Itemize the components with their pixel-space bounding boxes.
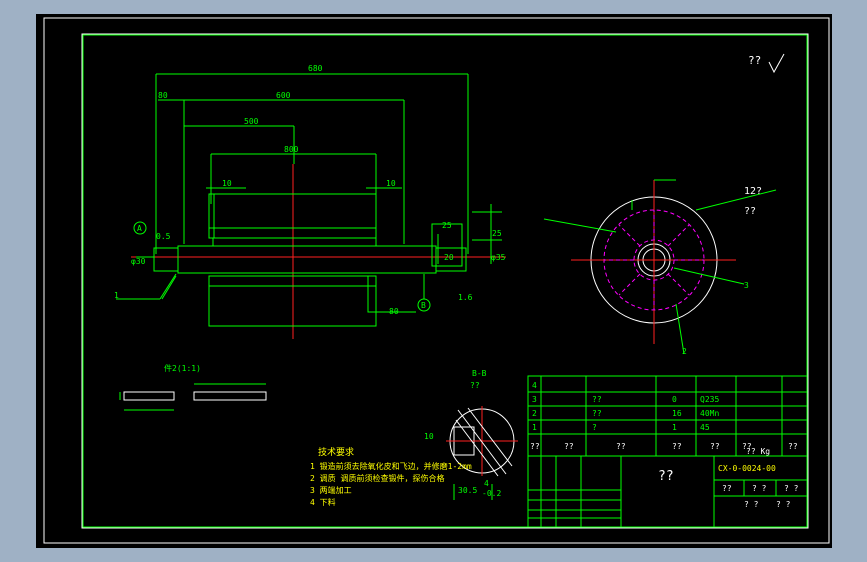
svg-text:25: 25	[442, 221, 452, 230]
row1-name: ?	[592, 423, 597, 432]
row1-mat: 45	[700, 423, 710, 432]
header-4: ??	[672, 442, 682, 451]
svg-text:φ35: φ35	[491, 253, 506, 262]
leader-label-1: 1	[114, 291, 119, 300]
corner-mark: ??	[748, 54, 761, 67]
row3-mat: Q235	[700, 395, 719, 404]
header-5: ??	[710, 442, 720, 451]
svg-text:600: 600	[276, 91, 291, 100]
leader-label-3: 3	[744, 281, 749, 290]
drawing-canvas: ?? 680 600 500 800 10 10 80 25 20 80 0.5…	[43, 17, 830, 544]
tb-right-2: ? ?	[752, 484, 767, 493]
end-view: 12? ?? 3 2	[543, 179, 777, 356]
drawing-name: ??	[658, 469, 674, 484]
section-note-sub: ??	[470, 381, 480, 390]
row3-name: ??	[592, 395, 602, 404]
section-dim-key: 4	[484, 479, 489, 488]
svg-text:80: 80	[158, 91, 168, 100]
tb-right-3: ? ?	[784, 484, 799, 493]
svg-text:10: 10	[386, 179, 396, 188]
section-note: B-B	[472, 369, 487, 378]
title-block: 4 3 ?? 0 Q235 2 ?? 16 40Mn 1 ? 1 45 ?? ?…	[527, 375, 808, 528]
shaft-view: 680 600 500 800 10 10 80 25 20 80 0.5 25…	[114, 64, 506, 339]
drawing-number: CX-0-0024-00	[718, 464, 776, 473]
leader-label-2: 2	[682, 347, 687, 356]
svg-text:680: 680	[308, 64, 323, 73]
svg-text:1.6: 1.6	[458, 293, 473, 302]
row3-qty: 0	[672, 395, 677, 404]
tb-bottom-2: ? ?	[776, 500, 791, 509]
svg-text:A: A	[137, 224, 142, 233]
row1-no: 1	[532, 423, 537, 432]
row4-no: 4	[532, 381, 537, 390]
section-dim-width: 10	[424, 432, 434, 441]
tech-title: 技术要求	[318, 446, 354, 458]
tech-line-1: 1 锻造前须去除氧化皮和飞边，并修磨1-2mm	[310, 461, 472, 471]
tb-bottom-1: ? ?	[744, 500, 759, 509]
tb-right-1: ??	[722, 484, 732, 493]
header-7: ?? Kg	[746, 447, 770, 456]
tech-line-3: 3 两端加工	[310, 485, 352, 495]
row1-qty: 1	[672, 423, 677, 432]
svg-text:0.5: 0.5	[156, 232, 171, 241]
detail-part: 件2(1:1)	[119, 363, 267, 411]
svg-text:25: 25	[492, 229, 502, 238]
cad-viewport[interactable]: ?? 680 600 500 800 10 10 80 25 20 80 0.5…	[36, 14, 832, 548]
row2-qty: 16	[672, 409, 682, 418]
svg-text:B: B	[421, 301, 426, 310]
leader-label-q: ??	[744, 206, 756, 217]
svg-text:φ30: φ30	[131, 257, 146, 266]
leader-label-12: 12?	[744, 186, 762, 197]
header-8: ??	[788, 442, 798, 451]
sheet-border	[82, 34, 808, 528]
row2-no: 2	[532, 409, 537, 418]
section-dim-depth: 30.5	[458, 486, 477, 495]
svg-text:800: 800	[284, 145, 299, 154]
row2-name: ??	[592, 409, 602, 418]
svg-text:10: 10	[222, 179, 232, 188]
svg-text:20: 20	[444, 253, 454, 262]
header-1: ??	[530, 442, 540, 451]
row2-mat: 40Mn	[700, 409, 719, 418]
tech-line-4: 4 下料	[310, 497, 336, 507]
header-2: ??	[564, 442, 574, 451]
tech-line-2: 2 调质 调质前须检查锻件，探伤合格	[310, 473, 444, 483]
row3-no: 3	[532, 395, 537, 404]
section-dim-tol: -0.2	[482, 489, 501, 498]
svg-text:80: 80	[389, 307, 399, 316]
header-3: ??	[616, 442, 626, 451]
detail-label: 件2(1:1)	[164, 363, 201, 373]
roughness-symbol-icon	[768, 53, 785, 74]
tech-notes: 技术要求 1 锻造前须去除氧化皮和飞边，并修磨1-2mm 2 调质 调质前须检查…	[310, 446, 472, 507]
svg-text:500: 500	[244, 117, 259, 126]
